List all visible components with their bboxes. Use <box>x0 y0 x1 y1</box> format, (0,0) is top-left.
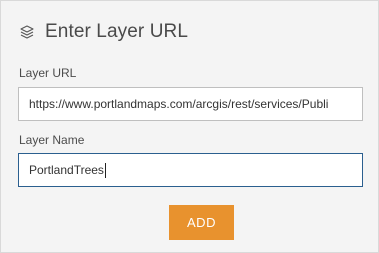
add-button[interactable]: ADD <box>169 205 234 240</box>
layer-url-label: Layer URL <box>19 66 77 80</box>
layer-name-input[interactable]: PortlandTrees <box>18 153 363 187</box>
layer-url-input[interactable]: https://www.portlandmaps.com/arcgis/rest… <box>18 87 363 121</box>
layer-url-value: https://www.portlandmaps.com/arcgis/rest… <box>29 97 329 111</box>
panel-header: Enter Layer URL <box>18 19 188 45</box>
layer-name-value: PortlandTrees <box>29 163 104 177</box>
layers-icon <box>18 23 36 41</box>
text-caret <box>104 162 106 178</box>
enter-layer-url-panel: Enter Layer URL Layer URL https://www.po… <box>0 0 379 253</box>
panel-title: Enter Layer URL <box>45 21 189 42</box>
layer-name-label: Layer Name <box>19 133 85 147</box>
